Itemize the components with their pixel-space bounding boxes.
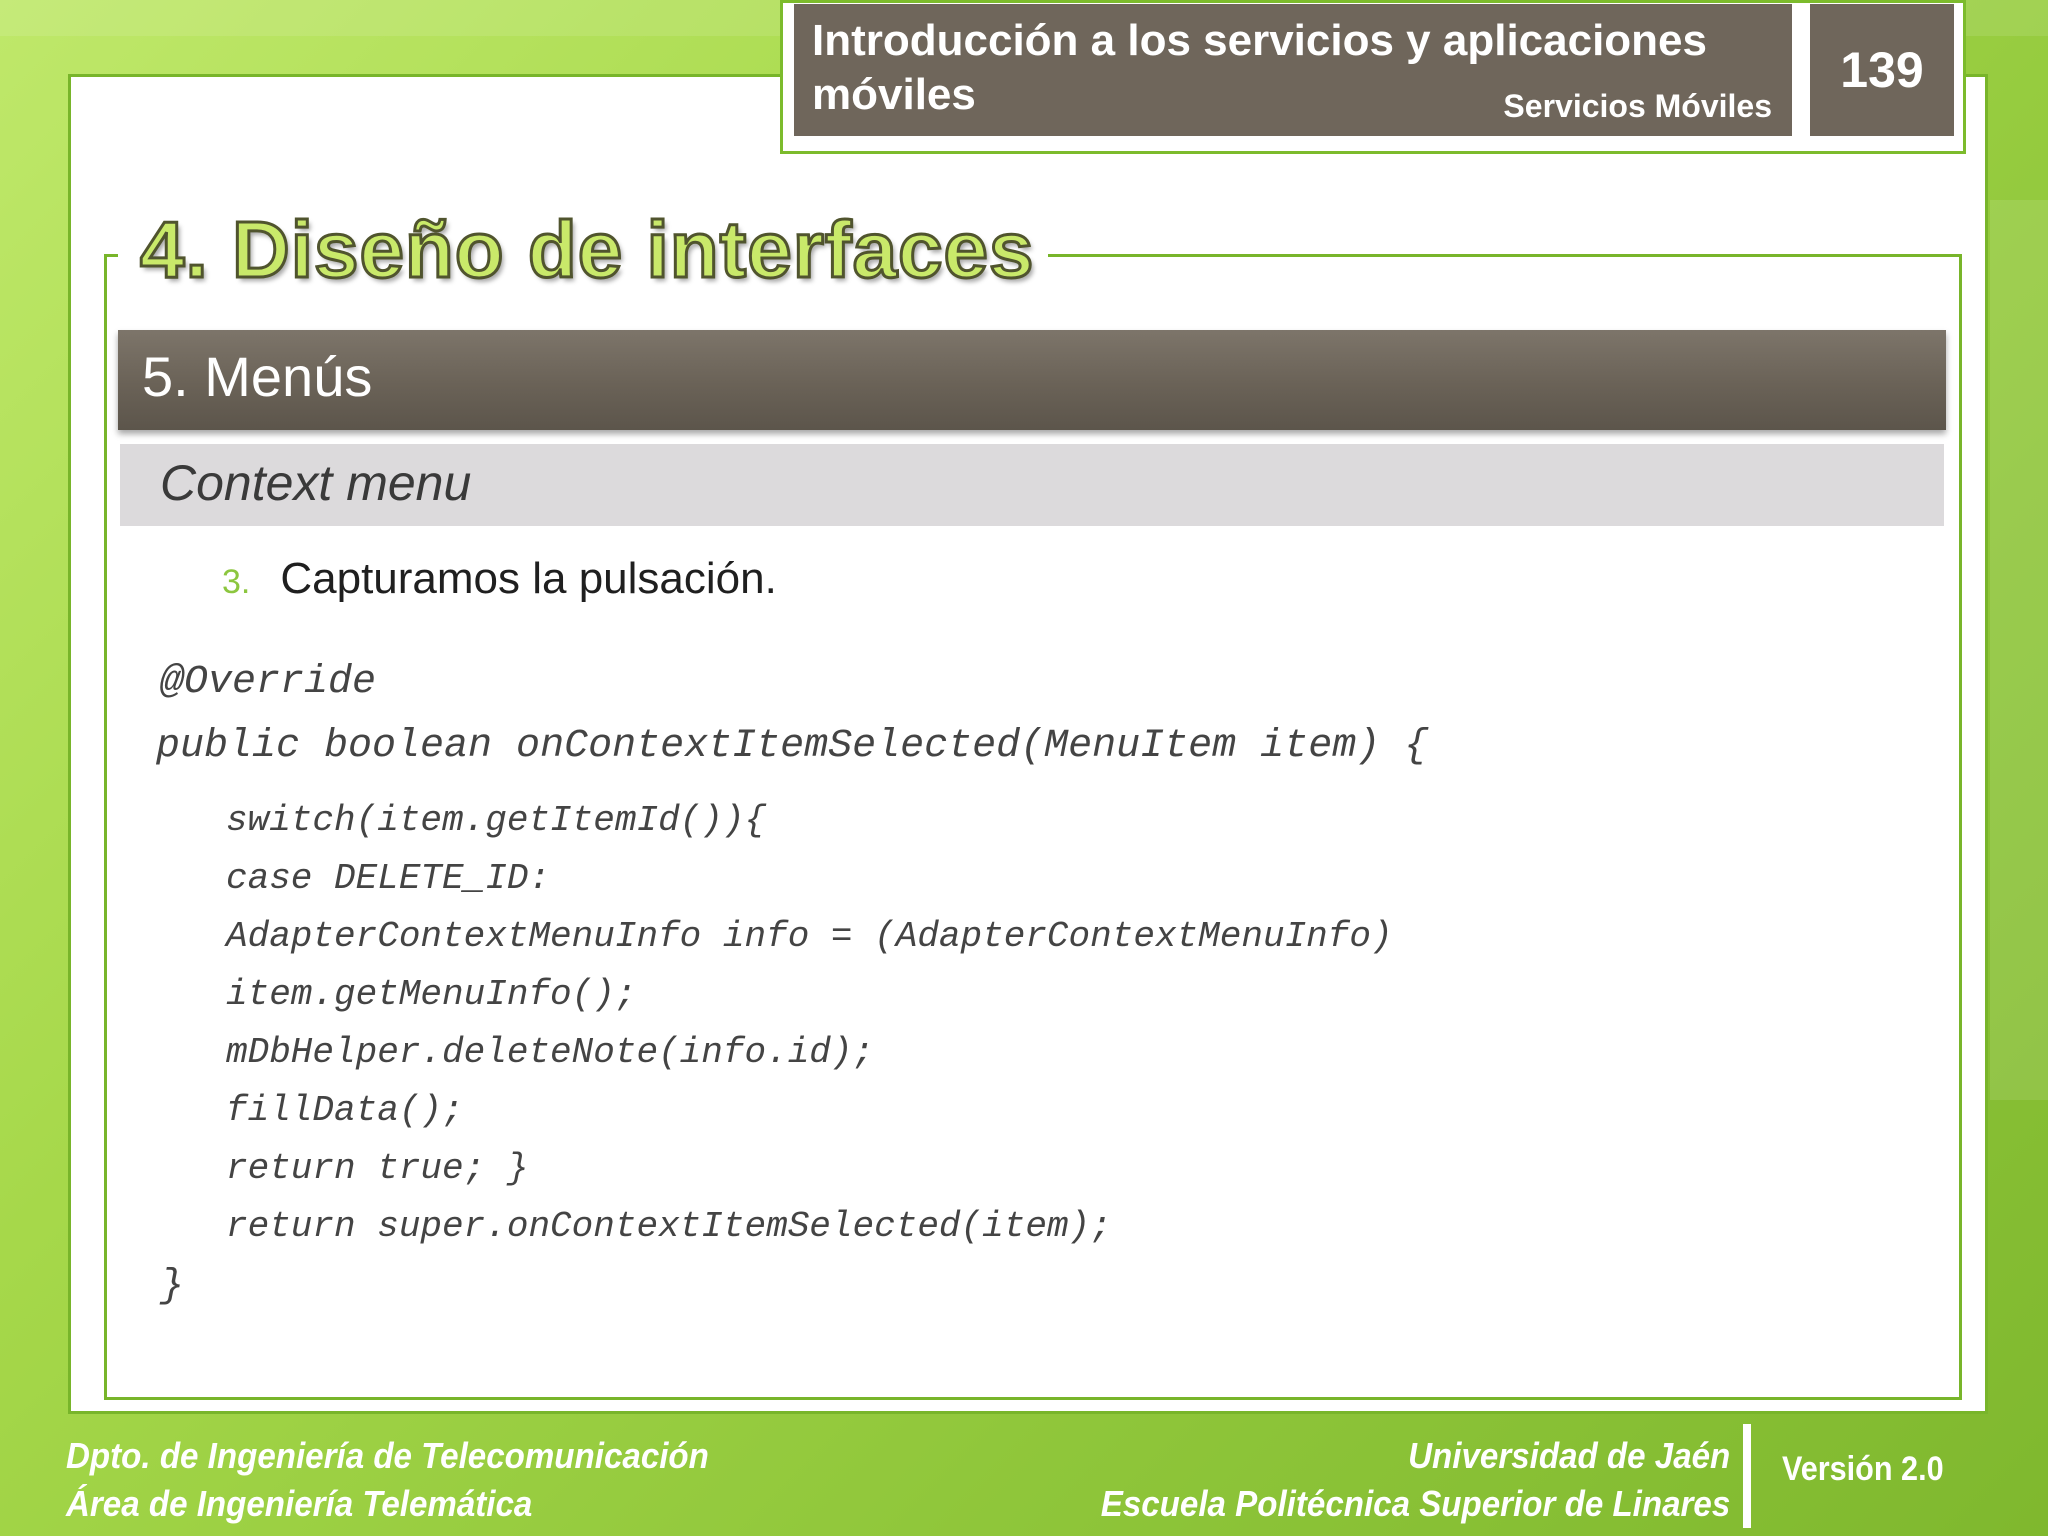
header-title-block: Introducción a los servicios y aplicacio…	[794, 4, 1792, 136]
code-line: fillData();	[226, 1090, 464, 1131]
code-line: case DELETE_ID:	[226, 858, 551, 899]
main-title: 4. Diseño de interfaces	[138, 204, 1035, 296]
footer-department-line1: Dpto. de Ingeniería de Telecomunicación	[66, 1435, 709, 1476]
background-decoration	[1990, 200, 2048, 1100]
header-title-line2: móviles	[812, 70, 976, 119]
footer-university: Universidad de Jaén Escuela Politécnica …	[1100, 1432, 1730, 1528]
footer-university-line2: Escuela Politécnica Superior de Linares	[1100, 1483, 1730, 1524]
header-title-line1: Introducción a los servicios y aplicacio…	[812, 16, 1707, 65]
footer-department-line2: Área de Ingeniería Telemática	[66, 1483, 533, 1524]
code-line: @Override	[160, 660, 377, 705]
header-subtitle: Servicios Móviles	[1503, 88, 1772, 124]
footer-university-line1: Universidad de Jaén	[1407, 1435, 1730, 1476]
section-bar: 5. Menús	[118, 330, 1946, 430]
list-item-text: Capturamos la pulsación.	[280, 554, 777, 603]
section-title: 5. Menús	[142, 345, 373, 408]
code-line: return super.onContextItemSelected(item)…	[226, 1206, 1112, 1247]
code-line: switch(item.getItemId()){	[226, 800, 767, 841]
code-line: item.getMenuInfo();	[226, 974, 637, 1015]
subsection-title: Context menu	[160, 455, 472, 511]
version-label: Versión 2.0	[1782, 1450, 1944, 1488]
code-line: AdapterContextMenuInfo info = (AdapterCo…	[226, 916, 1393, 957]
code-line: mDbHelper.deleteNote(info.id);	[226, 1032, 875, 1073]
page-number: 139	[1810, 4, 1954, 136]
footer-divider	[1743, 1424, 1751, 1528]
code-line: public boolean onContextItemSelected(Men…	[156, 724, 1429, 769]
code-line: }	[160, 1264, 185, 1309]
code-line: return true; }	[226, 1148, 529, 1189]
subsection-bar: Context menu	[120, 444, 1944, 526]
list-item-number: 3.	[222, 563, 251, 601]
footer-department: Dpto. de Ingeniería de Telecomunicación …	[66, 1432, 709, 1528]
list-item: 3. Capturamos la pulsación.	[222, 554, 777, 604]
